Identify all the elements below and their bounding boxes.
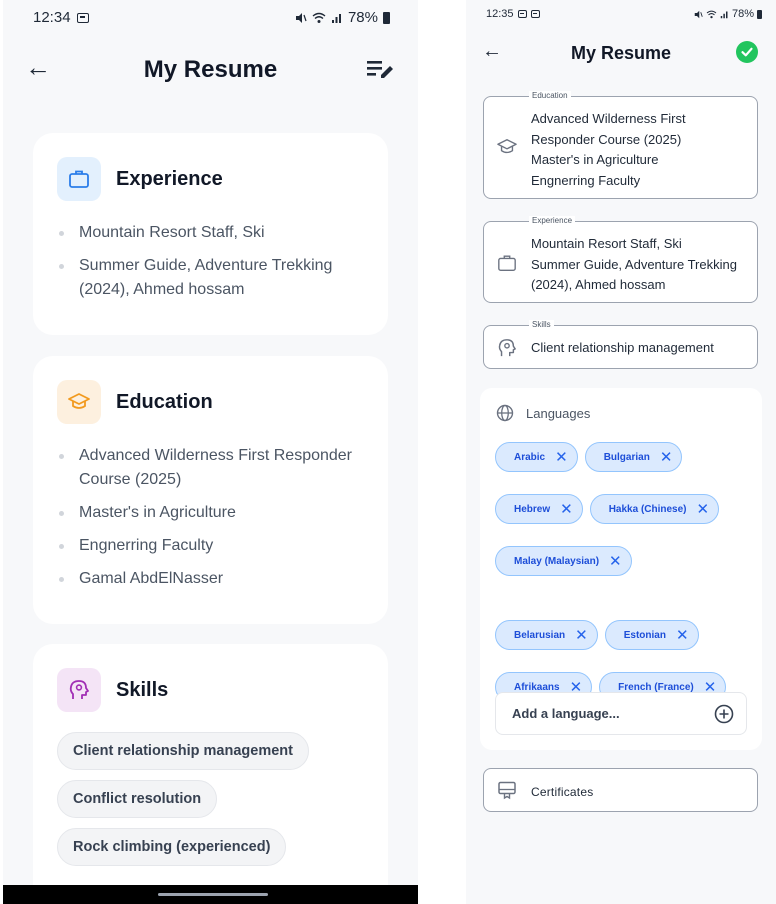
language-chip-label: Estonian (623, 629, 666, 641)
gallery-icon (517, 10, 527, 18)
remove-icon[interactable]: ✕ (555, 450, 568, 465)
language-chip-label: Afrikaans (514, 681, 560, 693)
list-item: Advanced Wilderness First Responder Cour… (57, 444, 368, 492)
app-bar: ← My Resume (3, 48, 418, 92)
status-time: 12:34 (33, 9, 71, 26)
skills-field[interactable]: Skills Client relationship management (483, 320, 758, 369)
list-item: Summer Guide, Adventure Trekking (2024),… (57, 254, 368, 302)
language-chip-label: Malay (Malaysian) (514, 555, 600, 567)
status-bar: 12:34 78% (3, 0, 418, 36)
mute-icon (295, 12, 307, 23)
experience-title: Experience (116, 167, 223, 190)
certificates-label: Certificates (531, 785, 594, 799)
psychology-head-icon (57, 668, 101, 712)
battery-icon (383, 11, 390, 24)
education-title: Education (116, 390, 213, 413)
list-item: Mountain Resort Staff, Ski (57, 221, 368, 245)
system-nav-bar (3, 885, 418, 904)
education-field-label: Education (529, 91, 571, 101)
experience-card: Experience Mountain Resort Staff, Ski Su… (33, 133, 388, 335)
remove-icon[interactable]: ✕ (660, 450, 673, 465)
language-chip-label: Arabic (514, 451, 546, 463)
languages-panel: Languages Arabic ✕ Bulgarian ✕ Hebrew ✕ Hak… (480, 388, 762, 750)
language-chip-label: French (France) (618, 681, 694, 693)
list-item: Gamal AbdElNasser (57, 567, 368, 591)
language-chip-label: Hebrew (514, 503, 551, 515)
experience-list: Mountain Resort Staff, Ski Summer Guide,… (57, 221, 368, 311)
graduation-cap-icon (57, 380, 101, 424)
skills-field-label: Skills (529, 320, 554, 330)
check-icon (741, 47, 753, 57)
skills-title: Skills (116, 678, 169, 701)
mute-icon (694, 10, 703, 18)
add-language-input[interactable] (512, 693, 702, 734)
signal-icon (720, 11, 728, 18)
remove-icon[interactable]: ✕ (609, 554, 622, 569)
skills-card: Skills Client relationship management Co… (33, 644, 388, 904)
language-chip[interactable]: Hakka (Chinese) ✕ (589, 494, 720, 524)
remove-icon[interactable]: ✕ (697, 502, 710, 517)
briefcase-icon (57, 157, 101, 201)
add-circle-icon[interactable] (714, 704, 734, 724)
battery-percent: 78% (731, 8, 754, 20)
education-list: Advanced Wilderness First Responder Cour… (57, 444, 368, 600)
certificates-field[interactable]: Certificates (483, 768, 758, 812)
page-title: My Resume (143, 56, 278, 83)
gallery-icon (76, 12, 89, 23)
page-title: My Resume (570, 43, 672, 63)
language-chip[interactable]: Malay (Malaysian) ✕ (495, 546, 632, 576)
skills-chip-list: Client relationship management Conflict … (57, 732, 309, 866)
graduation-cap-icon (497, 139, 517, 154)
language-chip-label: Belarusian (514, 629, 566, 641)
briefcase-icon (498, 255, 516, 271)
resume-edit-screen: 12:35 78% ← My Resume Education Advanced… (466, 0, 776, 904)
message-icon (530, 10, 540, 18)
edit-list-icon[interactable] (366, 58, 396, 82)
battery-icon (757, 9, 762, 19)
skill-chip: Rock climbing (experienced) (57, 828, 287, 866)
list-item: Master's in Agriculture (57, 501, 368, 525)
home-indicator[interactable] (158, 893, 268, 896)
experience-field-label: Experience (529, 216, 576, 226)
experience-field-value: Mountain Resort Staff, Ski Summer Guide,… (531, 236, 737, 292)
app-bar: ← My Resume (466, 38, 776, 70)
experience-field[interactable]: Experience Mountain Resort Staff, Ski Su… (483, 216, 758, 303)
wifi-icon (312, 12, 326, 23)
education-field[interactable]: Education Advanced Wilderness First Resp… (483, 91, 758, 199)
remove-icon[interactable]: ✕ (575, 628, 588, 643)
language-chip[interactable]: Belarusian ✕ (495, 620, 598, 650)
wifi-icon (706, 10, 717, 18)
skill-chip: Conflict resolution (57, 780, 218, 818)
language-chip[interactable]: Bulgarian ✕ (584, 442, 683, 472)
list-item: Engnerring Faculty (57, 534, 368, 558)
skills-field-value: Client relationship management (531, 340, 714, 355)
psychology-head-icon (498, 339, 516, 357)
language-chip-label: Bulgarian (603, 451, 650, 463)
remove-icon[interactable]: ✕ (676, 628, 689, 643)
languages-chip-list: Arabic ✕ Bulgarian ✕ Hebrew ✕ Hakka (Chines… (495, 442, 757, 702)
language-chip[interactable]: Estonian ✕ (604, 620, 699, 650)
battery-percent: 78% (347, 9, 378, 26)
education-card: Education Advanced Wilderness First Resp… (33, 356, 388, 624)
globe-icon (496, 404, 514, 422)
language-chip[interactable]: Hebrew ✕ (495, 494, 583, 524)
status-time: 12:35 (486, 8, 514, 20)
remove-icon[interactable]: ✕ (560, 502, 573, 517)
certificate-icon (498, 781, 516, 800)
languages-title: Languages (526, 405, 591, 421)
language-chip[interactable]: Arabic ✕ (495, 442, 578, 472)
add-language-field[interactable] (495, 692, 747, 735)
skill-chip: Client relationship management (57, 732, 309, 770)
signal-icon (331, 13, 341, 23)
resume-view-screen: 12:34 78% ← My Resume Experience Mountai… (3, 0, 418, 904)
education-field-value: Advanced Wilderness First Responder Cour… (531, 111, 686, 188)
language-chip-label: Hakka (Chinese) (608, 503, 687, 515)
save-check-button[interactable] (736, 41, 758, 63)
status-bar: 12:35 78% (466, 0, 776, 30)
